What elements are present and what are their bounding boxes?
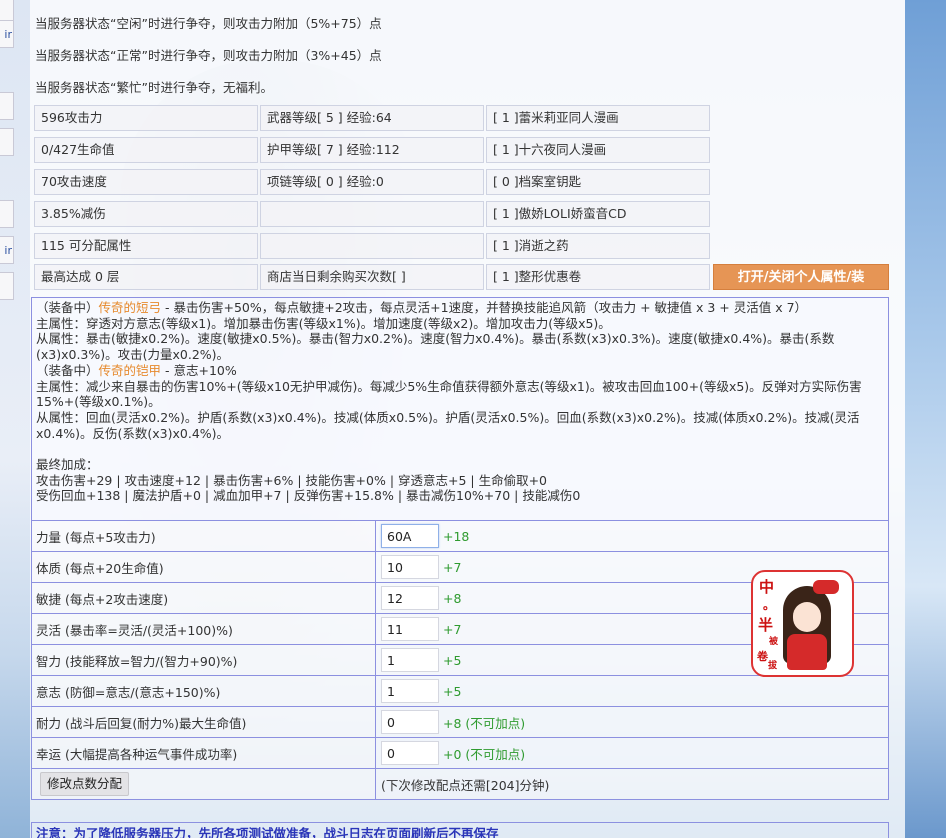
stat-attack-speed: 70攻击速度 bbox=[34, 169, 258, 195]
side-tab[interactable] bbox=[0, 200, 14, 228]
attribute-bonus: +18 bbox=[443, 528, 470, 544]
stamp-char: 。 bbox=[763, 598, 776, 612]
final-bonus-title: 最终加成： bbox=[36, 457, 99, 473]
stat-assignable-points: 115 可分配属性 bbox=[34, 233, 258, 259]
stat-attack: 596攻击力 bbox=[34, 105, 258, 131]
inventory-item: [ 1 ]整形优惠卷 bbox=[486, 264, 710, 290]
attribute-bonus: +7 bbox=[443, 621, 462, 637]
attribute-bonus: +7 bbox=[443, 559, 462, 575]
stamina-input[interactable] bbox=[381, 710, 439, 734]
armor-sub-attrs: 从属性：回血(灵活x0.2%)。护盾(系数(x3)x0.4%)。技减(体质x0.… bbox=[36, 409, 860, 441]
server-notice-idle: 当服务器状态“空闲”时进行争夺，则攻击力附加（5%+75）点 bbox=[35, 16, 382, 31]
table-row: 意志 (防御=意志/(意志+150)%) +5 bbox=[31, 675, 889, 707]
stat-necklace-level: 项链等级[ 0 ] 经验:0 bbox=[260, 169, 484, 195]
inventory-item: [ 1 ]十六夜同人漫画 bbox=[486, 137, 710, 163]
stat-highest-floor: 最高达成 0 层 bbox=[34, 264, 258, 290]
weapon-name: 传奇的短弓 bbox=[98, 300, 162, 315]
inventory-item: [ 1 ]傲娇LOLI娇蛮音CD bbox=[486, 201, 710, 227]
weapon-line: （装备中）传奇的短弓 - 暴击伤害+50%，每点敏捷+2攻击，每点灵活+1速度，… bbox=[36, 300, 884, 316]
armor-line: （装备中）传奇的铠甲 - 意志+10% bbox=[36, 363, 884, 379]
stat-armor-level: 护甲等级[ 7 ] 经验:112 bbox=[260, 137, 484, 163]
stat-empty bbox=[260, 233, 484, 259]
equipped-tag: （装备中） bbox=[36, 300, 99, 315]
attribute-label: 幸运 (大幅提高各种运气事件成功率) bbox=[31, 737, 376, 769]
armor-name: 传奇的铠甲 bbox=[98, 362, 162, 378]
server-notice-normal: 当服务器状态“正常”时进行争夺，则攻击力附加（3%+45）点 bbox=[35, 48, 382, 63]
inventory-item: [ 1 ]消逝之药 bbox=[486, 233, 710, 259]
attribute-bonus: +8 bbox=[443, 590, 462, 606]
stat-damage-reduction: 3.85%减伤 bbox=[34, 201, 258, 227]
toggle-personal-attributes-button[interactable]: 打开/关闭个人属性/装 bbox=[713, 264, 889, 290]
stamp-char: 拔 bbox=[768, 661, 778, 671]
attribute-label: 灵活 (暴击率=灵活/(灵活+100)%) bbox=[31, 613, 376, 645]
final-bonus-line-2: 受伤回血+138 | 魔法护盾+0 | 减血加甲+7 | 反弹伤害+15.8% … bbox=[36, 488, 581, 504]
mascot-stamp-image: 中 。 半 被 卷 拔 bbox=[751, 570, 854, 677]
attribute-label: 耐力 (战斗后回复(耐力%)最大生命值) bbox=[31, 706, 376, 738]
attribute-label: 敏捷 (每点+2攻击速度) bbox=[31, 582, 376, 614]
modify-cooldown-note: (下次修改配点还需[204]分钟) bbox=[375, 768, 889, 800]
left-side-tabs: ir ir bbox=[0, 0, 16, 838]
constitution-input[interactable] bbox=[381, 555, 439, 579]
side-tab[interactable] bbox=[0, 92, 14, 120]
attribute-label: 力量 (每点+5攻击力) bbox=[31, 520, 376, 552]
stat-shop-purchases: 商店当日剩余购买次数[ ] bbox=[260, 264, 484, 290]
table-row: 耐力 (战斗后回复(耐力%)最大生命值) +8 (不可加点) bbox=[31, 706, 889, 738]
attribute-label: 意志 (防御=意志/(意志+150)%) bbox=[31, 675, 376, 707]
stat-hp: 0/427生命值 bbox=[34, 137, 258, 163]
stamp-char: 半 bbox=[758, 616, 774, 634]
inventory-item: [ 1 ]蕾米莉亚同人漫画 bbox=[486, 105, 710, 131]
intelligence-input[interactable] bbox=[381, 648, 439, 672]
will-input[interactable] bbox=[381, 679, 439, 703]
modify-points-button[interactable]: 修改点数分配 bbox=[40, 772, 130, 796]
armor-desc: - 意志+10% bbox=[161, 362, 237, 378]
stamp-char: 卷 bbox=[757, 650, 768, 663]
dexterity-input[interactable] bbox=[381, 617, 439, 641]
stat-weapon-level: 武器等级[ 5 ] 经验:64 bbox=[260, 105, 484, 131]
table-row: 力量 (每点+5攻击力) +18 bbox=[31, 520, 889, 552]
weapon-main-attrs: 主属性：穿透对方意志(等级x1)。增加暴击伤害(等级x1%)。增加速度(等级x2… bbox=[36, 315, 611, 331]
side-tab[interactable] bbox=[0, 272, 14, 300]
side-tab[interactable]: ir bbox=[0, 20, 14, 48]
background-sky-art bbox=[905, 0, 946, 838]
stamp-char: 中 bbox=[759, 578, 775, 596]
strength-input[interactable] bbox=[381, 524, 439, 548]
equipment-panel: （装备中）传奇的短弓 - 暴击伤害+50%，每点敏捷+2攻击，每点灵活+1速度，… bbox=[31, 297, 889, 521]
inventory-item: [ 0 ]档案室钥匙 bbox=[486, 169, 710, 195]
attribute-bonus: +0 (不可加点) bbox=[443, 746, 526, 762]
bottom-warning-note: 注意：为了降低服务器压力，先所各项测试做准备，战斗日志在页面刷新后不再保存 bbox=[31, 822, 889, 838]
stat-empty bbox=[260, 201, 484, 227]
final-bonus-line-1: 攻击伤害+29 | 攻击速度+12 | 暴击伤害+6% | 技能伤害+0% | … bbox=[36, 472, 548, 488]
equipped-tag: （装备中） bbox=[36, 362, 99, 378]
side-tab[interactable] bbox=[0, 128, 14, 156]
armor-main-attrs: 主属性：减少来自暴击的伤害10%+(等级x10无护甲减伤)。每减少5%生命值获得… bbox=[36, 378, 862, 410]
attribute-label: 智力 (技能释放=智力/(智力+90)%) bbox=[31, 644, 376, 676]
attribute-bonus: +8 (不可加点) bbox=[443, 715, 526, 731]
weapon-desc: - 暴击伤害+50%，每点敏捷+2攻击，每点灵活+1速度，并替换技能追风箭（攻击… bbox=[161, 300, 808, 315]
table-row: 幸运 (大幅提高各种运气事件成功率) +0 (不可加点) bbox=[31, 737, 889, 769]
agility-input[interactable] bbox=[381, 586, 439, 610]
attribute-bonus: +5 bbox=[443, 652, 462, 668]
side-tab[interactable]: ir bbox=[0, 236, 14, 264]
luck-input[interactable] bbox=[381, 741, 439, 765]
attribute-label: 体质 (每点+20生命值) bbox=[31, 551, 376, 583]
table-row: 修改点数分配 (下次修改配点还需[204]分钟) bbox=[31, 768, 889, 800]
server-notice-busy: 当服务器状态“繁忙”时进行争夺，无福利。 bbox=[35, 80, 273, 95]
weapon-sub-attrs: 从属性：暴击(敏捷x0.2%)。速度(敏捷x0.5%)。暴击(智力x0.2%)。… bbox=[36, 331, 835, 363]
attribute-bonus: +5 bbox=[443, 683, 462, 699]
stamp-char: 被 bbox=[769, 637, 779, 647]
